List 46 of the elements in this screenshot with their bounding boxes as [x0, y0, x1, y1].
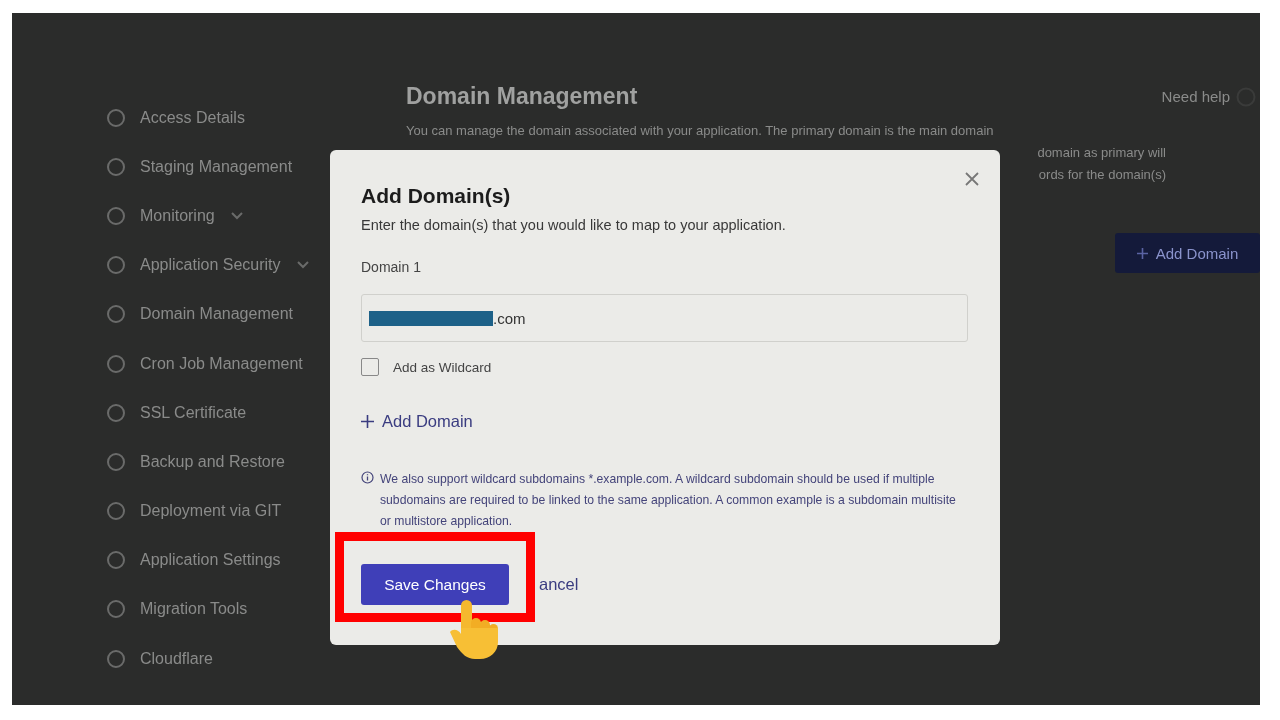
close-icon[interactable] — [964, 171, 980, 187]
circle-icon — [106, 304, 126, 325]
circle-icon — [106, 205, 126, 226]
circle-icon — [106, 451, 126, 472]
description-text: domain as primary will — [1037, 144, 1166, 161]
page-title: Domain Management — [406, 83, 638, 110]
sidebar-item[interactable]: Access Details — [106, 93, 245, 143]
sidebar-item[interactable]: Monitoring — [106, 191, 243, 241]
info-note: We also support wildcard subdomains *.example.com. A wildcard subdomain should be used if multiple subdomains are required to be linked to the same application. A common example is a subdomain multisite or multistore application. — [380, 471, 957, 530]
sidebar-item[interactable]: Application Settings — [106, 535, 281, 585]
circle-icon — [106, 648, 126, 669]
sidebar-item[interactable]: Deployment via GIT — [106, 486, 282, 536]
chevron-down-icon — [230, 211, 243, 220]
sidebar-item[interactable]: Application Security — [106, 240, 309, 290]
modal-subtitle: Enter the domain(s) that you would like to map to your application. — [361, 217, 787, 233]
field-label: Domain 1 — [361, 259, 422, 275]
domain-input[interactable]: .com — [361, 294, 968, 342]
modal-title: Add Domain(s) — [361, 184, 512, 208]
description-text: ords for the domain(s) — [1038, 166, 1166, 183]
circle-icon — [106, 156, 126, 177]
circle-icon — [106, 353, 126, 374]
add-domain-link[interactable]: Add Domain — [361, 412, 968, 431]
plus-icon — [1136, 247, 1148, 259]
sidebar-item[interactable]: Cloudflare — [106, 634, 213, 684]
sidebar-item[interactable]: Domain Management — [106, 289, 293, 339]
circle-icon — [106, 402, 126, 423]
circle-icon — [106, 107, 126, 128]
sidebar-item[interactable]: Staging Management — [106, 142, 293, 192]
help-link[interactable]: Need help — [1161, 86, 1256, 107]
chevron-down-icon — [296, 261, 309, 270]
info-icon — [361, 471, 374, 484]
circle-icon — [106, 501, 126, 522]
circle-icon — [106, 255, 126, 276]
sidebar-item[interactable]: Backup and Restore — [106, 437, 285, 487]
sidebar-item[interactable]: Cron Job Management — [106, 338, 303, 389]
plus-icon — [361, 415, 374, 428]
circle-icon — [106, 550, 126, 571]
add-domain-button[interactable]: Add Domain — [1115, 233, 1260, 273]
sidebar-item[interactable]: Migration Tools — [106, 584, 248, 635]
wildcard-checkbox[interactable] — [361, 358, 379, 376]
description-text: You can manage the domain associated with your application. The primary domain is the main domain — [406, 122, 994, 139]
save-changes-button[interactable]: Save Changes — [361, 564, 509, 605]
circle-icon — [106, 599, 126, 620]
cancel-link[interactable]: ancel — [539, 575, 579, 594]
checkbox-label: Add as Wildcard — [393, 359, 492, 375]
sidebar-item[interactable]: SSL Certificate — [106, 388, 247, 438]
